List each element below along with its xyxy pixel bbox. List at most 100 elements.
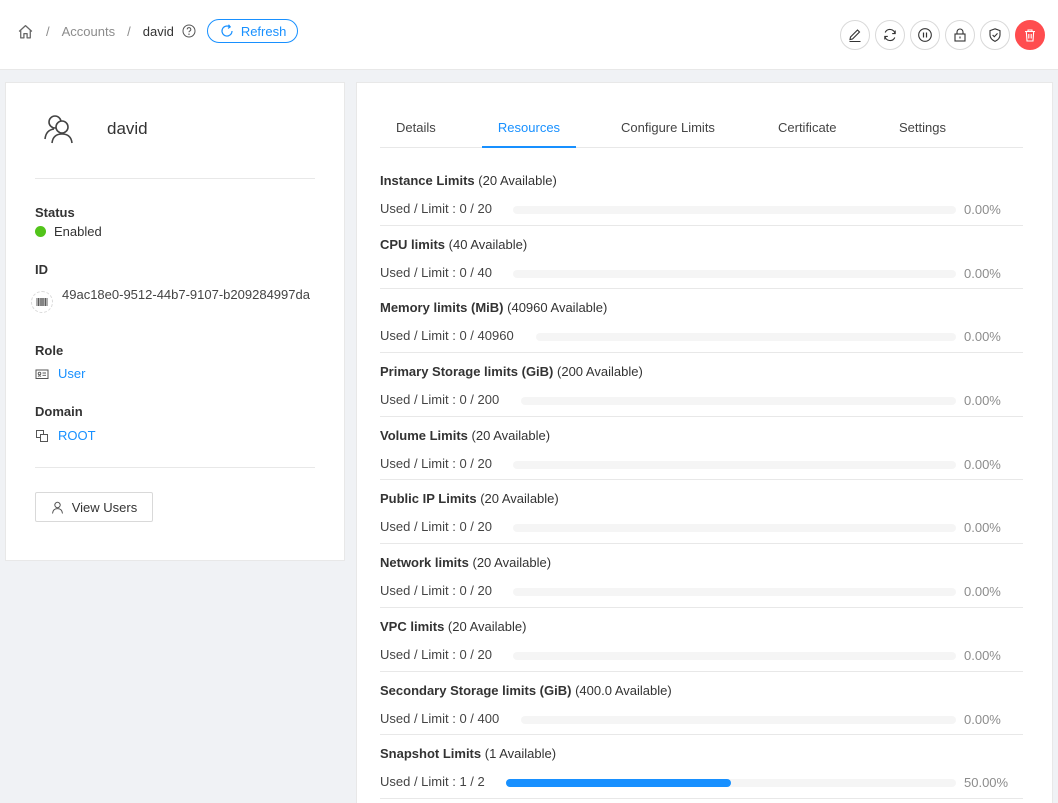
progress-bar [513, 460, 956, 469]
id-label: ID [35, 262, 48, 277]
resource-usage: Used / Limit : 0 / 20 [380, 519, 492, 535]
resource-available: (20 Available) [471, 427, 551, 443]
refresh-button[interactable]: Refresh [206, 19, 299, 43]
resource-available: (200 Available) [557, 364, 643, 380]
shield-button[interactable] [980, 20, 1010, 50]
resource-percent: 0.00% [964, 520, 1001, 536]
user-icon [51, 501, 63, 514]
resource-name: CPU limits [380, 236, 446, 252]
progress-bar [521, 715, 956, 724]
resource-percent: 0.00% [964, 202, 1001, 217]
status-text: Enabled [54, 224, 102, 239]
progress-bar [513, 269, 956, 278]
resource-available: (20 Available) [472, 555, 552, 571]
progress-bar [513, 588, 956, 597]
status-label: Status [35, 205, 75, 220]
role-link[interactable]: User [58, 366, 85, 381]
status-value: Enabled [35, 224, 102, 239]
pause-button[interactable] [910, 20, 940, 50]
home-icon[interactable] [17, 23, 34, 40]
resource-name: Secondary Storage limits (GiB) [380, 682, 572, 698]
resource-percent: 0.00% [964, 456, 1001, 472]
resource-name: VPC limits [380, 618, 445, 634]
progress-fill [506, 779, 731, 788]
resource-usage: Used / Limit : 0 / 200 [380, 392, 500, 408]
idcard-icon [35, 369, 49, 379]
resource-available: (20 Available) [478, 173, 557, 188]
resource-name: Snapshot Limits [380, 746, 482, 762]
tab-bar: Details Resources Configure Limits Certi… [380, 111, 1023, 148]
resource-title: Snapshot Limits (1 Available) [380, 746, 556, 761]
resource-title: Public IP Limits (20 Available) [380, 491, 559, 506]
question-circle-icon[interactable] [182, 24, 196, 38]
role-value: User [35, 366, 85, 381]
resource-row: Instance Limits (20 Available) Used / Lim… [380, 162, 1023, 226]
lock-button[interactable] [945, 20, 975, 50]
progress-bar [513, 651, 956, 660]
edit-button[interactable] [840, 20, 870, 50]
view-users-label: View Users [71, 499, 138, 515]
resource-row: VPC limits (20 Available) Used / Limit : … [380, 608, 1023, 672]
sync-button[interactable] [875, 20, 905, 50]
action-buttons [840, 20, 1045, 50]
resource-percent: 50.00% [964, 775, 1009, 791]
tab-resources[interactable]: Resources [482, 111, 576, 148]
resource-percent: 0.00% [964, 711, 1001, 727]
resource-available: (40 Available) [448, 236, 528, 252]
resource-usage: Used / Limit : 0 / 40960 [380, 328, 514, 344]
resource-usage: Used / Limit : 1 / 2 [380, 774, 485, 790]
resource-name: Public IP Limits [380, 491, 477, 507]
resource-row: Network limits (20 Available) Used / Limi… [380, 544, 1023, 608]
resource-name: Instance Limits [380, 173, 475, 188]
resources-card: Details Resources Configure Limits Certi… [356, 82, 1053, 803]
top-bar: / Accounts / david Refresh [0, 0, 1058, 70]
delete-button[interactable] [1015, 20, 1045, 50]
resource-available: (400.0 Available) [575, 682, 672, 698]
resource-percent: 0.00% [964, 393, 1001, 409]
resource-percent: 0.00% [964, 265, 1001, 281]
sync-icon [884, 28, 896, 42]
domain-label: Domain [35, 404, 83, 419]
resource-usage: Used / Limit : 0 / 40 [380, 264, 492, 280]
resource-name: Primary Storage limits (GiB) [380, 364, 554, 380]
resource-title: Memory limits (MiB) (40960 Available) [380, 300, 607, 315]
shield-check-icon [989, 28, 1001, 43]
resource-title: Instance Limits (20 Available) [380, 173, 557, 188]
reload-icon [221, 24, 233, 37]
breadcrumb-separator: / [127, 23, 131, 39]
resource-name: Memory limits (MiB) [380, 300, 504, 316]
resource-usage: Used / Limit : 0 / 400 [380, 710, 500, 726]
resource-title: Network limits (20 Available) [380, 555, 551, 570]
breadcrumb-current: david [142, 23, 174, 39]
resource-title: CPU limits (40 Available) [380, 237, 527, 252]
tab-certificate[interactable]: Certificate [778, 111, 837, 148]
domain-value: ROOT [35, 428, 96, 443]
pause-icon [918, 28, 932, 42]
delete-icon [1025, 29, 1035, 42]
block-icon [36, 429, 48, 442]
resource-row: Memory limits (MiB) (40960 Available) Use… [380, 289, 1023, 354]
resource-row: Volume Limits (20 Available) Used / Limit… [380, 417, 1023, 481]
resource-usage: Used / Limit : 0 / 20 [380, 646, 492, 662]
resource-title: Volume Limits (20 Available) [380, 428, 550, 443]
view-users-button[interactable]: View Users [35, 492, 153, 522]
tab-details[interactable]: Details [396, 111, 436, 148]
breadcrumb-accounts[interactable]: Accounts [62, 24, 115, 39]
progress-bar [513, 206, 956, 214]
account-info-card: david Status Enabled ID 49ac18e0-9512-44… [5, 82, 345, 561]
account-header: david [42, 111, 148, 147]
tab-settings[interactable]: Settings [899, 111, 946, 148]
resource-title: Primary Storage limits (GiB) (200 Availa… [380, 364, 643, 379]
barcode-icon[interactable] [31, 291, 53, 313]
divider [35, 467, 315, 468]
resource-list: Instance Limits (20 Available) Used / Lim… [380, 162, 1023, 799]
resource-usage: Used / Limit : 0 / 20 [380, 455, 492, 471]
resource-title: Secondary Storage limits (GiB) (400.0 Av… [380, 683, 672, 698]
progress-bar [513, 524, 956, 533]
resource-available: (20 Available) [480, 491, 559, 507]
resource-row: Public IP Limits (20 Available) Used / Li… [380, 480, 1023, 545]
tab-configure-limits[interactable]: Configure Limits [621, 111, 715, 148]
resource-percent: 0.00% [964, 329, 1001, 345]
domain-link[interactable]: ROOT [58, 428, 96, 443]
resource-available: (20 Available) [447, 618, 527, 634]
